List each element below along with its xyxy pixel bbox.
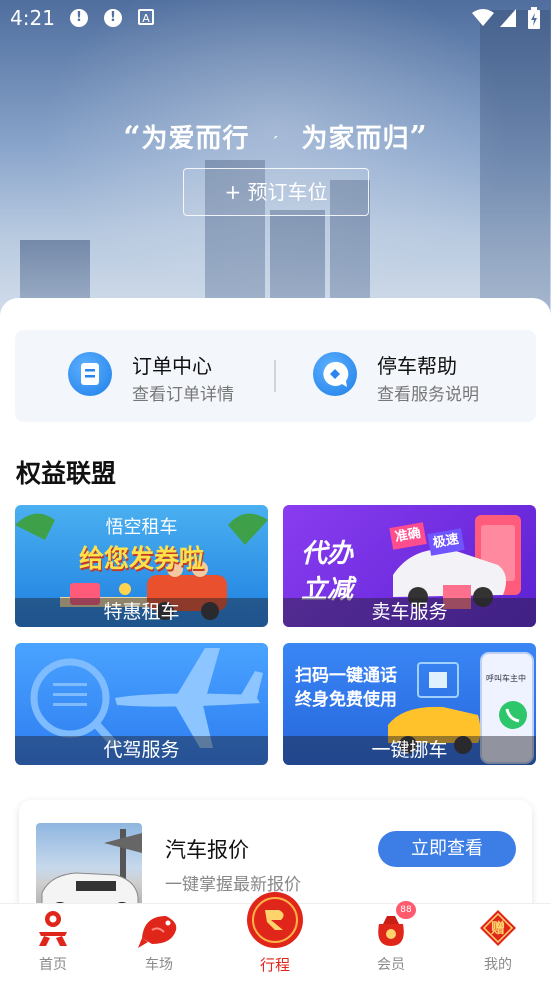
move-car-headline-2: 终身免费使用 <box>295 690 397 710</box>
slogan-separator: ˊ <box>271 135 280 151</box>
card-designated-driver[interactable]: 代驾服务 <box>15 643 268 765</box>
order-center-title: 订单中心 <box>132 354 212 378</box>
gift-glyph: 赠 <box>491 921 505 937</box>
tab-trip[interactable]: 行程 <box>230 892 320 982</box>
parking-help-subtitle: 查看服务说明 <box>377 385 479 405</box>
tab-member-label: 会员 <box>377 957 405 973</box>
tab-mine-label: 我的 <box>484 957 512 973</box>
home-knot-icon <box>39 911 67 946</box>
fish-icon <box>138 916 177 948</box>
tab-member[interactable]: 88 会员 <box>346 901 436 982</box>
tab-parking-lot[interactable]: 车场 <box>114 904 204 982</box>
koi-emblem-icon <box>247 892 303 948</box>
slogan-right: 为家而归 <box>301 124 410 154</box>
app-notification-icon: A <box>138 9 154 25</box>
tab-home[interactable]: 首页 <box>8 904 98 982</box>
tab-parking-lot-label: 车场 <box>145 957 173 973</box>
price-card-title: 汽车报价 <box>165 838 249 862</box>
quote-close-icon: ” <box>409 120 428 155</box>
hero-banner: 4:21 ! ! A “为爱而行 ˊ 为家而归” + 预订车位 <box>0 0 551 330</box>
reserve-parking-button[interactable]: + 预订车位 <box>183 168 369 216</box>
status-time: 4:21 <box>10 6 55 30</box>
card-caption: 代驾服务 <box>15 736 268 765</box>
alert-icon: ! <box>70 9 88 27</box>
card-caption: 特惠租车 <box>15 598 268 627</box>
hero-haze <box>0 0 551 330</box>
battery-icon <box>528 7 540 29</box>
card-caption: 一键挪车 <box>283 736 536 765</box>
view-now-button[interactable]: 立即查看 <box>378 831 516 867</box>
quick-links-divider <box>274 360 276 392</box>
tab-home-label: 首页 <box>39 957 67 973</box>
order-center-link[interactable]: 订单中心 查看订单详情 <box>68 348 258 405</box>
card-move-car[interactable]: 扫码一键通话 终身免费使用 呼叫车主中 一键挪车 <box>283 643 536 765</box>
slogan-left: 为爱而行 <box>141 124 250 154</box>
document-icon <box>68 352 112 396</box>
card-sell-car[interactable]: 准确 极速 代办 立减 卖车服务 <box>283 505 536 627</box>
quote-open-icon: “ <box>123 120 142 155</box>
hero-slogan: “为爱而行 ˊ 为家而归” <box>0 118 551 155</box>
quick-links-panel: 订单中心 查看订单详情 停车帮助 查看服务说明 <box>15 330 536 422</box>
signal-icon <box>500 9 516 27</box>
chat-bubble-icon <box>313 352 357 396</box>
bottom-tab-bar: 首页 车场 行程 88 会员 赠 我的 <box>0 892 551 982</box>
parking-help-title: 停车帮助 <box>377 354 457 378</box>
rental-headline: 给您发券啦 <box>78 544 204 573</box>
alert-icon: ! <box>104 9 122 27</box>
section-title: 权益联盟 <box>16 459 117 488</box>
move-car-headline-1: 扫码一键通话 <box>295 666 397 686</box>
tab-trip-label: 行程 <box>259 956 290 974</box>
member-badge: 88 <box>396 901 416 919</box>
order-center-subtitle: 查看订单详情 <box>132 385 234 405</box>
tab-mine[interactable]: 赠 我的 <box>453 904 543 982</box>
card-rental[interactable]: 悟空租车 给您发券啦 特惠租车 <box>15 505 268 627</box>
sell-headline-1: 代办 <box>301 539 354 569</box>
parking-help-link[interactable]: 停车帮助 查看服务说明 <box>313 348 513 405</box>
status-bar: 4:21 ! ! A <box>0 0 551 38</box>
phone-calling-text: 呼叫车主中 <box>486 674 526 683</box>
wifi-icon <box>472 9 494 26</box>
card-caption: 卖车服务 <box>283 598 536 627</box>
rental-brand: 悟空租车 <box>105 517 178 538</box>
